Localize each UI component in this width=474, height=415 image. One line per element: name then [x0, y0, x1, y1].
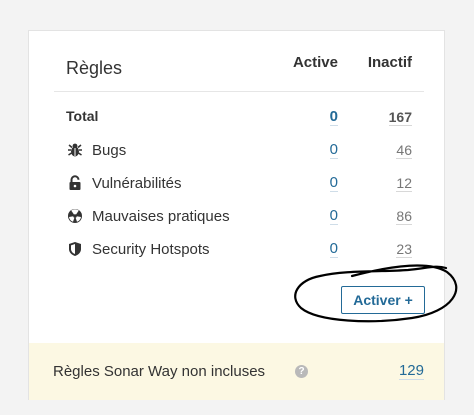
vulnerabilities-active-count-link[interactable]: 0	[329, 174, 338, 192]
lock-icon	[66, 174, 84, 192]
code-smell-icon	[66, 207, 84, 225]
inactive-column-header: Inactif	[367, 54, 412, 71]
active-column-header: Active	[292, 54, 338, 71]
shield-icon	[66, 240, 84, 258]
hotspots-active-count-link[interactable]: 0	[329, 240, 338, 258]
table-row-total: Total 0 167	[54, 101, 424, 134]
table-row-vulnerabilities: Vulnérabilités 0 12	[54, 167, 424, 200]
code-smells-active-count-link[interactable]: 0	[329, 207, 338, 225]
activate-button[interactable]: Activer +	[341, 286, 425, 314]
table-row-code-smells: Mauvaises pratiques 0 86	[54, 200, 424, 233]
missing-rules-count-link[interactable]: 129	[398, 362, 424, 380]
rules-title: Règles	[66, 58, 123, 78]
table-row-security-hotspots: Security Hotspots 0 23	[54, 233, 424, 266]
rules-table: Total 0 167 Bugs 0 46 Vulnérabilités 0 1…	[54, 101, 424, 266]
vulnerabilities-inactive-count-link[interactable]: 12	[396, 175, 412, 192]
row-label: Vulnérabilités	[92, 174, 182, 192]
missing-rules-banner: Règles Sonar Way non incluses ? 129	[29, 343, 444, 400]
question-icon[interactable]: ?	[295, 365, 308, 378]
row-label: Total	[66, 108, 99, 124]
code-smells-inactive-count-link[interactable]: 86	[396, 208, 412, 225]
row-label: Mauvaises pratiques	[92, 207, 230, 225]
hotspots-inactive-count-link[interactable]: 23	[396, 241, 412, 258]
rules-card: Règles Active Inactif Total 0 167 Bugs 0…	[28, 30, 445, 400]
rules-header: Règles Active Inactif	[54, 49, 424, 92]
missing-rules-label: Règles Sonar Way non incluses	[53, 363, 266, 380]
total-inactive-count-link[interactable]: 167	[388, 109, 412, 126]
total-active-count-link[interactable]: 0	[329, 108, 338, 126]
row-label: Security Hotspots	[92, 240, 210, 258]
bug-icon	[66, 141, 84, 159]
table-row-bugs: Bugs 0 46	[54, 134, 424, 167]
row-label: Bugs	[92, 141, 127, 159]
bugs-inactive-count-link[interactable]: 46	[396, 142, 412, 159]
bugs-active-count-link[interactable]: 0	[329, 141, 338, 159]
